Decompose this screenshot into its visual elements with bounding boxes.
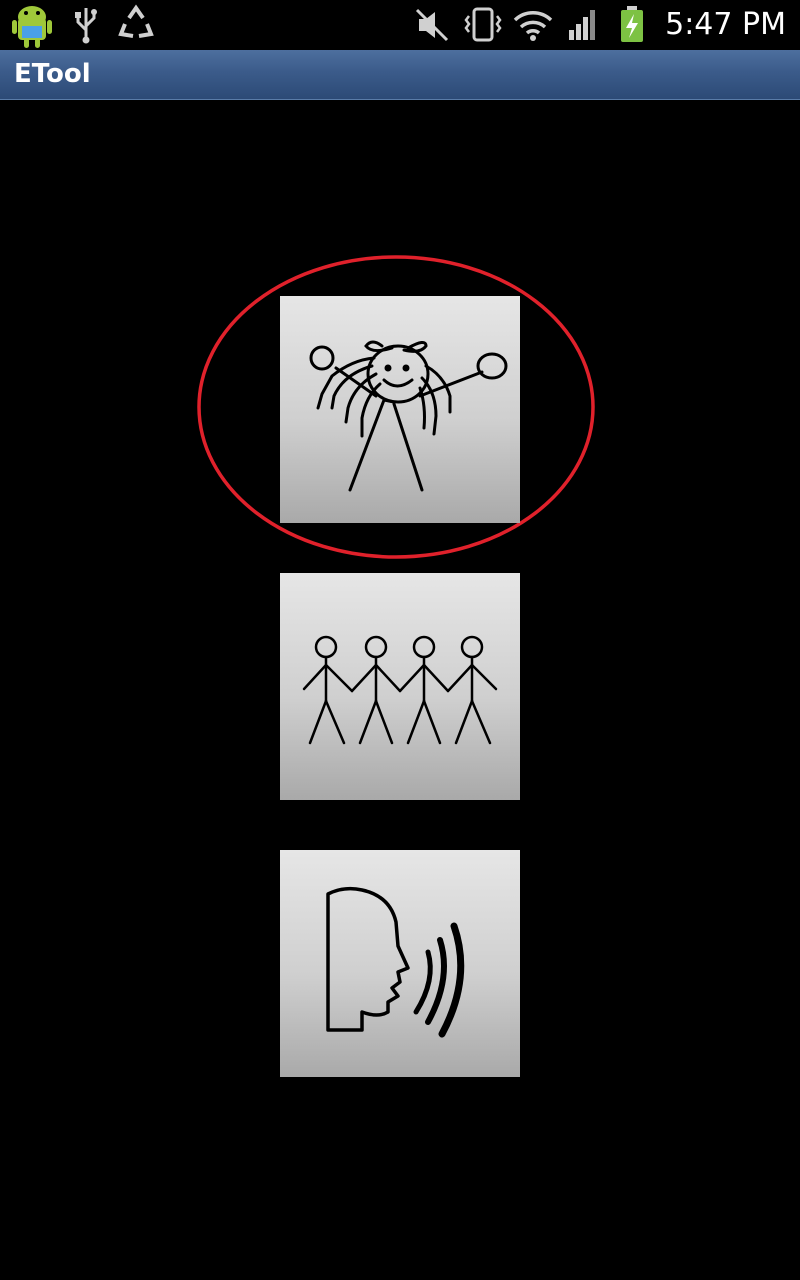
usb-icon <box>72 0 100 50</box>
tile-speak-button[interactable] <box>280 850 520 1077</box>
recycle-icon <box>117 0 155 50</box>
signal-icon <box>567 0 599 50</box>
status-clock: 5:47 PM <box>665 7 786 42</box>
speaking-head-icon <box>326 886 465 1038</box>
group-of-people-icon <box>302 635 498 745</box>
girl-stick-figure-icon <box>309 340 508 492</box>
battery-charging-icon <box>618 0 646 50</box>
android-notification-icon <box>10 0 54 50</box>
status-bar: 5:47 PM <box>0 0 800 50</box>
tile-group-button[interactable] <box>280 573 520 800</box>
wifi-icon <box>512 0 554 50</box>
mute-icon <box>415 0 451 50</box>
vibrate-icon <box>463 0 503 50</box>
app-title-bar: ETool <box>0 50 800 100</box>
app-title: ETool <box>14 59 91 89</box>
tile-girl-button[interactable] <box>280 296 520 523</box>
